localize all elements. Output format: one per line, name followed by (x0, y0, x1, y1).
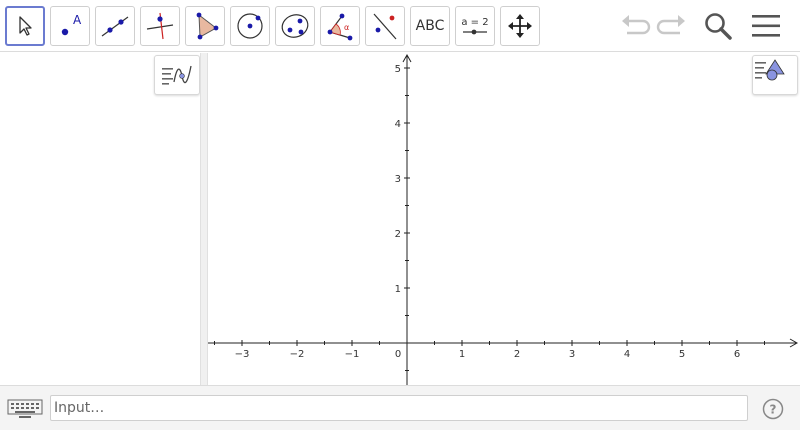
x-tick-label: −3 (235, 349, 250, 360)
x-tick-label: 5 (679, 349, 685, 360)
graphics-canvas[interactable]: −3 −2 −1 0 1 2 3 4 5 6 1 2 3 4 5 (208, 53, 800, 385)
x-tick-label: 2 (514, 349, 520, 360)
angle-icon: α (327, 13, 353, 41)
search-icon (705, 13, 732, 40)
circle-center-point-icon (237, 13, 263, 39)
keyboard-button[interactable] (2, 394, 48, 424)
point-tool-button[interactable]: A (50, 6, 90, 46)
main-menu-button[interactable] (748, 8, 784, 44)
graphics-style-bar-icon (755, 59, 785, 81)
line-tool-button[interactable] (95, 6, 135, 46)
slider-tool-button[interactable]: a = 2 (455, 6, 495, 46)
reflect-tool-button[interactable] (365, 6, 405, 46)
y-tick-label: 5 (395, 64, 401, 75)
point-icon: A (61, 13, 82, 36)
view-divider[interactable] (200, 53, 208, 385)
text-icon: ABC (415, 18, 445, 34)
algebra-style-bar-icon (162, 65, 192, 85)
x-tick-label: −2 (290, 349, 305, 360)
help-button[interactable]: ? (762, 398, 784, 420)
slider-tool-label: a = 2 (461, 16, 489, 28)
algebra-style-bar-button[interactable] (154, 55, 200, 95)
polygon-tool-button[interactable] (185, 6, 225, 46)
toolbar: A α ABC a = 2 (0, 0, 800, 52)
x-tick-label: 6 (734, 349, 740, 360)
redo-icon (656, 15, 685, 35)
svg-text:?: ? (770, 403, 777, 417)
hamburger-menu-icon (752, 15, 780, 37)
y-tick-label: 2 (395, 229, 401, 240)
move-tool-button[interactable] (5, 6, 45, 46)
y-tick-label: 3 (395, 174, 401, 185)
angle-tool-button[interactable]: α (320, 6, 360, 46)
undo-button[interactable] (617, 8, 653, 44)
polygon-icon (196, 12, 219, 40)
point-tool-label: A (73, 13, 82, 27)
angle-tool-label: α (344, 23, 349, 32)
reflect-line-icon (373, 13, 397, 40)
x-tick-label: 1 (459, 349, 465, 360)
x-tick-label: −1 (345, 349, 360, 360)
circle-tool-button[interactable] (230, 6, 270, 46)
ellipse-icon (281, 14, 309, 38)
move-graphics-tool-button[interactable] (500, 6, 540, 46)
undo-icon (622, 15, 651, 35)
cursor-arrow-icon (19, 16, 32, 36)
perpendicular-line-icon (146, 12, 174, 40)
algebra-view[interactable] (0, 53, 200, 385)
conic-tool-button[interactable] (275, 6, 315, 46)
keyboard-icon (7, 399, 43, 418)
x-tick-label: 3 (569, 349, 575, 360)
x-tick-label: 4 (624, 349, 630, 360)
graphics-view[interactable]: −3 −2 −1 0 1 2 3 4 5 6 1 2 3 4 5 (208, 53, 800, 385)
y-tick-label: 1 (395, 284, 401, 295)
graphics-style-bar-button[interactable] (752, 55, 798, 95)
input-bar: ? (0, 385, 800, 430)
redo-button[interactable] (654, 8, 690, 44)
y-tick-label: 4 (395, 119, 401, 130)
algebra-input-field[interactable] (50, 395, 748, 421)
line-icon (101, 16, 129, 37)
perpendicular-tool-button[interactable] (140, 6, 180, 46)
geogebra-app: A α ABC a = 2 −3 −2 −1 0 1 2 3 4 5 6 1 2… (0, 0, 800, 430)
x-tick-label: 0 (395, 349, 401, 360)
help-icon: ? (762, 398, 784, 420)
search-button[interactable] (700, 8, 736, 44)
slider-icon (463, 29, 487, 34)
text-tool-button[interactable]: ABC (410, 6, 450, 46)
move-graphics-icon (508, 14, 532, 38)
